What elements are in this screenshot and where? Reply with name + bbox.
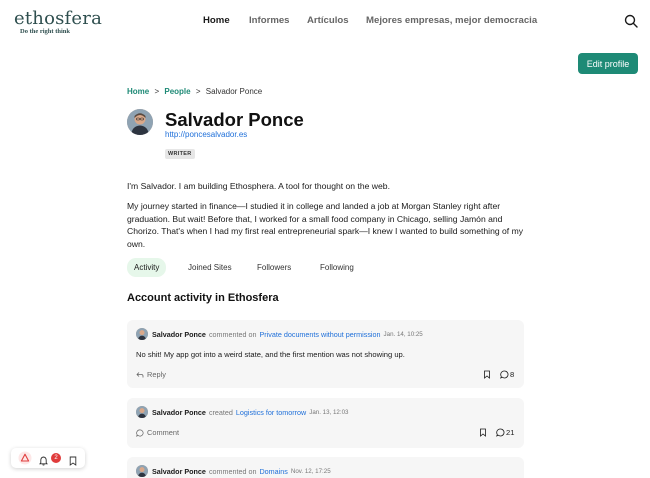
nav-informes[interactable]: Informes — [249, 15, 290, 26]
activity-date: Jan. 14, 10:25 — [383, 330, 423, 338]
profile-bio: I'm Salvador. I am building Ethosphera. … — [127, 180, 527, 258]
activity-verb: commented on — [208, 329, 257, 339]
activity-body: No shit! My app got into a weird state, … — [136, 350, 405, 359]
activity-target-link[interactable]: Logistics for tomorrow — [236, 408, 306, 417]
breadcrumb-home[interactable]: Home — [127, 87, 149, 96]
card-stats: 8 — [483, 370, 514, 379]
search-button[interactable] — [624, 14, 638, 28]
breadcrumb: Home > People > Salvador Ponce — [127, 87, 262, 96]
activity-card: Salvador Ponce commented on Private docu… — [127, 320, 524, 388]
comment-count: 21 — [506, 428, 515, 437]
bio-paragraph: My journey started in finance—I studied … — [127, 200, 524, 250]
nav-mejores-empresas[interactable]: Mejores empresas, mejor democracia — [366, 15, 537, 26]
activity-card: Salvador Ponce commented on Domains Nov.… — [127, 457, 524, 478]
bookmark-icon[interactable] — [479, 428, 487, 437]
comment-label: Comment — [147, 428, 180, 437]
activity-author[interactable]: Salvador Ponce — [152, 330, 206, 339]
breadcrumb-people[interactable]: People — [164, 87, 190, 96]
tab-following[interactable]: Following — [320, 258, 354, 277]
brand-name: ethosfera — [14, 8, 103, 29]
activity-title: Account activity in Ethosfera — [127, 292, 279, 304]
app-launcher-button[interactable] — [18, 451, 32, 470]
comment-button[interactable]: Comment — [136, 428, 179, 437]
profile-website-link[interactable]: http://poncesalvador.es — [165, 130, 247, 139]
card-stats: 21 — [479, 428, 514, 437]
bell-icon — [39, 456, 48, 466]
tab-joined-sites[interactable]: Joined Sites — [188, 258, 232, 277]
activity-target-link[interactable]: Domains — [259, 467, 287, 476]
activity-author[interactable]: Salvador Ponce — [152, 467, 206, 476]
brand-logo[interactable]: ethosfera Do the right think — [14, 8, 102, 35]
activity-verb: created — [208, 407, 233, 417]
breadcrumb-separator: > — [154, 87, 160, 96]
activity-date: Nov. 12, 17:25 — [290, 467, 331, 475]
floating-dock: 2 — [11, 448, 85, 468]
activity-header: Salvador Ponce commented on Private docu… — [136, 328, 423, 340]
bookmark-icon[interactable] — [483, 370, 491, 379]
breadcrumb-current: Salvador Ponce — [205, 87, 263, 96]
nav-articulos[interactable]: Artículos — [307, 15, 349, 26]
comment-icon[interactable] — [500, 370, 509, 379]
notifications-button[interactable] — [39, 453, 48, 471]
bookmark-icon — [69, 456, 77, 466]
tab-followers[interactable]: Followers — [257, 258, 291, 277]
activity-header: Salvador Ponce created Logistics for tom… — [136, 406, 348, 418]
profile-name: Salvador Ponce — [165, 109, 304, 130]
comment-count: 8 — [510, 370, 515, 379]
notification-count-badge: 2 — [51, 453, 61, 463]
activity-card: Salvador Ponce created Logistics for tom… — [127, 398, 524, 448]
comment-icon[interactable] — [496, 428, 505, 437]
reply-label: Reply — [147, 370, 166, 379]
warning-triangle-icon — [18, 451, 32, 465]
bookmarks-button[interactable] — [69, 453, 77, 471]
activity-verb: commented on — [208, 466, 257, 476]
nav-home[interactable]: Home — [203, 15, 230, 26]
reply-icon — [136, 371, 144, 377]
activity-target-link[interactable]: Private documents without permission — [259, 330, 380, 339]
activity-author[interactable]: Salvador Ponce — [152, 408, 206, 417]
breadcrumb-separator: > — [195, 87, 201, 96]
edit-profile-button[interactable]: Edit profile — [578, 53, 638, 74]
avatar — [136, 465, 148, 477]
avatar — [136, 328, 148, 340]
search-icon — [624, 14, 638, 28]
reply-button[interactable]: Reply — [136, 370, 166, 379]
comment-icon — [136, 429, 144, 437]
avatar — [127, 109, 153, 135]
tab-activity[interactable]: Activity — [127, 258, 167, 277]
bio-paragraph: I'm Salvador. I am building Ethosphera. … — [127, 181, 390, 191]
activity-date: Jan. 13, 12:03 — [309, 408, 349, 416]
role-badge: WRITER — [165, 149, 195, 159]
activity-header: Salvador Ponce commented on Domains Nov.… — [136, 465, 331, 477]
avatar — [136, 406, 148, 418]
